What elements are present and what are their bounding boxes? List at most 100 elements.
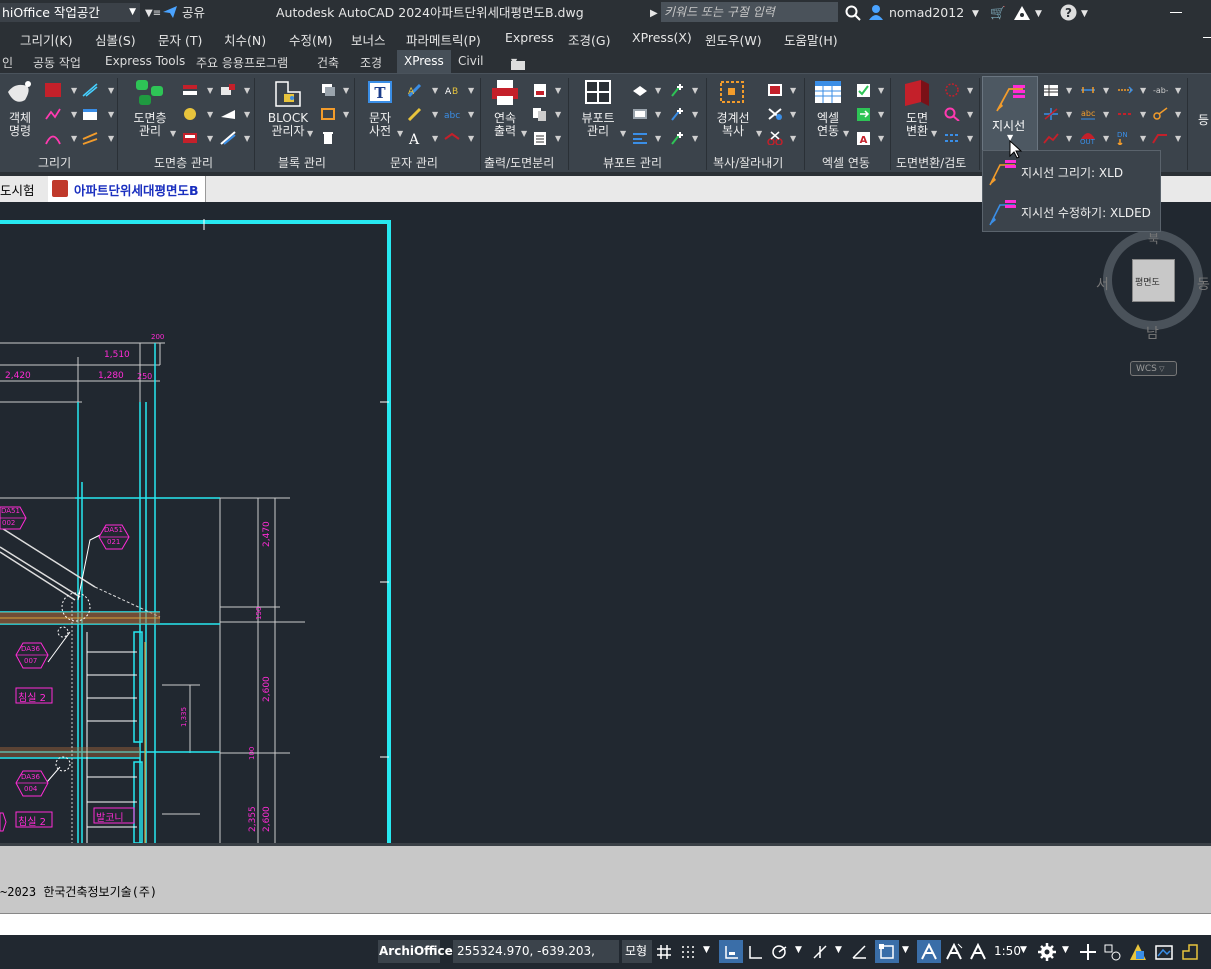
- search-icon[interactable]: [845, 5, 861, 21]
- review-search-icon[interactable]: [944, 107, 960, 121]
- viewcube[interactable]: 평면도 북 서 동 남 WCS ▽: [1094, 224, 1211, 376]
- annotation-auto-icon[interactable]: [969, 943, 987, 961]
- pdf-icon[interactable]: [532, 83, 548, 97]
- viewport-manage-button[interactable]: 뷰포트 관리: [578, 78, 618, 138]
- compass-west[interactable]: 서: [1096, 274, 1109, 294]
- viewport-add-icon[interactable]: [670, 83, 686, 97]
- isolate-objects-icon[interactable]: [1103, 943, 1121, 961]
- dim-line-icon[interactable]: [1080, 83, 1096, 97]
- ortho-icon[interactable]: [747, 944, 763, 960]
- osnap-tracking-icon[interactable]: [851, 944, 867, 960]
- plus-icon[interactable]: [1079, 943, 1097, 961]
- menu-item-text[interactable]: 문자 (T): [158, 30, 202, 49]
- text-pencil-icon[interactable]: [407, 107, 423, 121]
- menu-item-bonus[interactable]: 보너스: [351, 30, 386, 49]
- menu-item-draw[interactable]: 그리기(K): [20, 30, 72, 49]
- isodraft-icon[interactable]: [812, 944, 828, 960]
- menu-item-xpress[interactable]: XPress(X): [632, 30, 692, 45]
- tab-architecture[interactable]: 건축: [317, 54, 339, 71]
- clip-icon[interactable]: [767, 107, 783, 121]
- chevron-down-icon[interactable]: ▼: [1062, 945, 1069, 955]
- layer-manage-button[interactable]: 도면층 관리: [128, 78, 172, 138]
- dialog-icon[interactable]: [82, 107, 98, 121]
- minimize-icon[interactable]: [1170, 12, 1182, 13]
- viewport-move-icon[interactable]: [670, 107, 686, 121]
- menu-item-symbol[interactable]: 심볼(S): [95, 30, 136, 49]
- hardware-acceleration-icon[interactable]: [1128, 942, 1148, 962]
- autodesk-app-icon[interactable]: [1013, 5, 1031, 21]
- viewport-scale-icon[interactable]: [670, 131, 686, 145]
- batch-print-button[interactable]: 연속 출력: [486, 78, 524, 138]
- wcs-button[interactable]: WCS ▽: [1130, 361, 1177, 376]
- viewcube-face[interactable]: 평면도: [1132, 259, 1175, 302]
- sheet-list-icon[interactable]: [532, 131, 548, 145]
- menu-item-express[interactable]: Express: [505, 30, 554, 45]
- tab-xpress[interactable]: XPress: [397, 50, 451, 73]
- text-align-icon[interactable]: [444, 131, 460, 145]
- excel-link-button[interactable]: 엑셀 연동: [811, 78, 845, 138]
- search-input[interactable]: 키워드 또는 구절 입력: [661, 2, 838, 22]
- dim-text-icon[interactable]: -ab-: [1152, 83, 1168, 97]
- arc-icon[interactable]: [45, 131, 61, 145]
- annotation-visibility-icon[interactable]: [945, 943, 963, 961]
- user-icon[interactable]: [868, 4, 884, 21]
- layer-walk-icon[interactable]: [220, 131, 236, 145]
- menu-item-window[interactable]: 윈도우(W): [705, 30, 762, 49]
- review-circle-icon[interactable]: [944, 83, 960, 97]
- polyline-icon[interactable]: [45, 107, 61, 121]
- cut-icon[interactable]: [767, 131, 783, 145]
- viewport-layer-icon[interactable]: [632, 83, 648, 97]
- layer-freeze-icon[interactable]: [182, 131, 198, 145]
- block-replace-icon[interactable]: [320, 107, 336, 121]
- excel-text-icon[interactable]: A: [856, 131, 872, 145]
- workspace-selector[interactable]: hiOffice 작업공간 ▼: [0, 3, 140, 22]
- tab-express-tools[interactable]: Express Tools: [105, 54, 185, 68]
- menu-item-landscape[interactable]: 조경(G): [568, 30, 610, 49]
- tab-collaborate[interactable]: 공동 작업: [33, 54, 81, 71]
- layer-merge-icon[interactable]: [220, 107, 236, 121]
- image-copy-icon[interactable]: [767, 83, 783, 97]
- review-dash-icon[interactable]: [944, 131, 960, 145]
- model-space-button[interactable]: 모형: [622, 940, 652, 963]
- text-size-icon[interactable]: A: [407, 131, 423, 145]
- abc-line-icon[interactable]: abc: [1080, 107, 1096, 121]
- chevron-down-icon[interactable]: ▼: [902, 945, 909, 955]
- cart-icon[interactable]: 🛒: [990, 4, 1006, 21]
- text-dictionary-button[interactable]: T 문자 사전: [364, 78, 396, 138]
- customize-status-icon[interactable]: [1180, 942, 1200, 962]
- red-leader-icon[interactable]: [1152, 131, 1168, 145]
- chevron-down-icon[interactable]: ▼: [1035, 6, 1042, 23]
- menu-item-help[interactable]: 도움말(H): [784, 30, 838, 49]
- dash-line-icon[interactable]: [1117, 107, 1133, 121]
- block-delete-icon[interactable]: [320, 131, 336, 145]
- object-snap-button[interactable]: [875, 940, 899, 963]
- grid-icon[interactable]: [656, 944, 672, 960]
- restore-icon[interactable]: [1203, 37, 1211, 38]
- tab-prev[interactable]: 인: [2, 54, 13, 71]
- viewport-frame-icon[interactable]: [632, 107, 648, 121]
- excel-export-icon[interactable]: [856, 107, 872, 121]
- infer-constraints-button[interactable]: [719, 940, 743, 963]
- user-name[interactable]: nomad2012: [889, 4, 964, 21]
- doc-tab-active[interactable]: 아파트단위세대평면도B: [48, 176, 206, 202]
- menu-item-edit-leader[interactable]: 지시선 수정하기: XLDED: [983, 191, 1160, 231]
- partial-button-label[interactable]: 등: [1198, 114, 1209, 127]
- drawing-canvas[interactable]: 1,510 2,420 1,280 250 200 2,470 2,600 2,…: [0, 202, 1211, 843]
- chevron-down-icon[interactable]: ▼: [835, 945, 842, 955]
- object-command-button[interactable]: 객체 명령: [4, 78, 36, 138]
- text-replace-icon[interactable]: AB: [444, 83, 460, 97]
- text-edit-icon[interactable]: A: [407, 83, 423, 97]
- chevron-down-icon[interactable]: ▼: [703, 945, 710, 955]
- command-line-input[interactable]: [0, 913, 1211, 935]
- chevron-down-icon[interactable]: ▼: [972, 6, 979, 23]
- gear-icon[interactable]: [1038, 943, 1056, 961]
- polar-icon[interactable]: [771, 944, 787, 960]
- viewport-align-icon[interactable]: [632, 131, 648, 145]
- compass-north[interactable]: 북: [1148, 230, 1159, 247]
- scale-selector[interactable]: 1:50: [994, 944, 1021, 958]
- ribbon-minimize-button[interactable]: ▼: [511, 53, 539, 70]
- quick-access-menu-icon[interactable]: ▼≡: [145, 5, 161, 22]
- excel-check-icon[interactable]: [856, 83, 872, 97]
- help-icon[interactable]: ?: [1060, 4, 1077, 21]
- compass-south[interactable]: 남: [1146, 323, 1159, 343]
